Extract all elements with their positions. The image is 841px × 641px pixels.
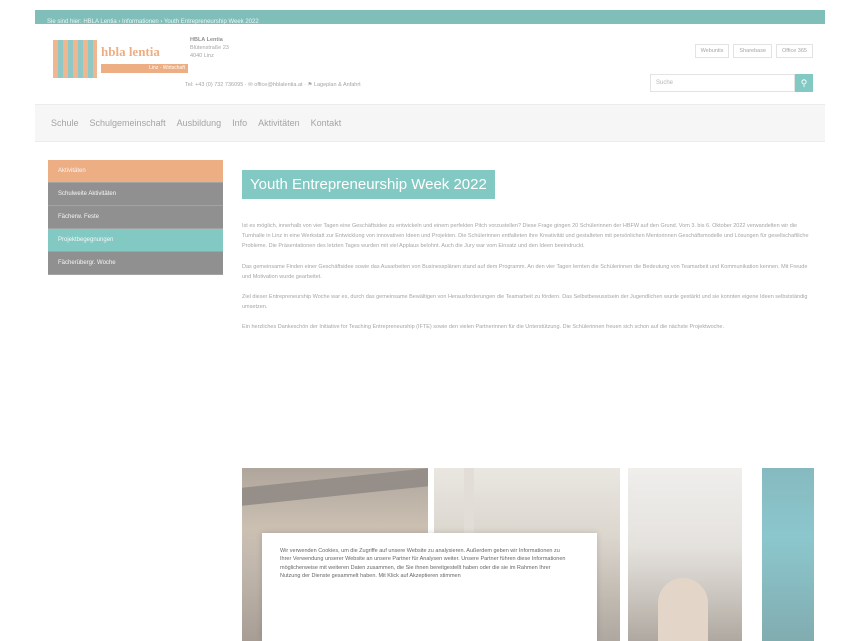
cookie-consent-dialog: Wir verwenden Cookies, um die Zugriffe a… — [262, 533, 597, 641]
cookie-text: Wir verwenden Cookies, um die Zugriffe a… — [280, 548, 566, 580]
